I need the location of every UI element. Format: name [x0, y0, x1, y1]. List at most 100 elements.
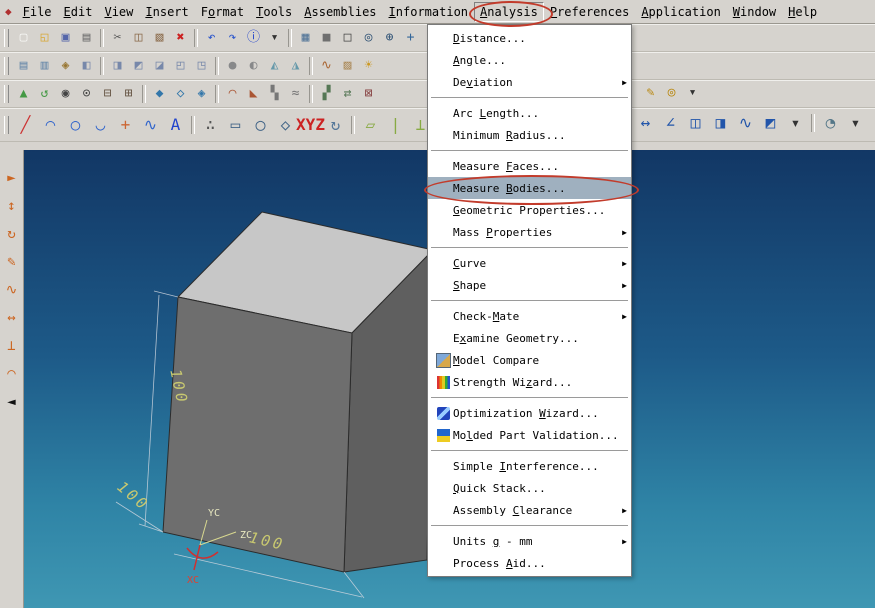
ellipse-icon[interactable]: ◯	[249, 113, 272, 136]
rotate-tool-icon[interactable]: ↻	[2, 224, 22, 244]
menu-window[interactable]: Window	[727, 2, 782, 22]
save-icon[interactable]: ▣	[56, 28, 75, 47]
view-top-icon[interactable]: ◧	[77, 56, 96, 75]
hidden-edge-mode-icon[interactable]: ◐	[244, 56, 263, 75]
profile-tool-icon[interactable]: ◠	[2, 364, 22, 384]
menu-item-molded-part-validation[interactable]: Molded Part Validation...	[428, 424, 631, 446]
section-view-icon[interactable]: ◮	[286, 56, 305, 75]
menu-assemblies[interactable]: Assemblies	[298, 2, 382, 22]
menu-item-measure-faces[interactable]: Measure Faces...	[428, 155, 631, 177]
point-set-icon[interactable]: ∴	[199, 113, 222, 136]
snap-grid-icon[interactable]: ▦	[296, 28, 315, 47]
facet-mode-icon[interactable]: ◭	[265, 56, 284, 75]
lighting-icon[interactable]: ☀	[359, 56, 378, 75]
menu-item-shape[interactable]: Shape ▶	[428, 274, 631, 296]
info-dropdown-icon[interactable]: ▾	[265, 28, 284, 47]
info-icon[interactable]: ⓘ	[244, 28, 263, 47]
redo-icon[interactable]: ↷	[223, 28, 242, 47]
menu-item-units-g-mm[interactable]: Units g - mm ▶	[428, 530, 631, 552]
undo-icon[interactable]: ↶	[202, 28, 221, 47]
menu-item-geometric-properties[interactable]: Geometric Properties...	[428, 199, 631, 221]
menu-item-measure-bodies[interactable]: Measure Bodies...	[428, 177, 631, 199]
menu-item-model-compare[interactable]: Model Compare	[428, 349, 631, 371]
menu-item-check-mate[interactable]: Check-Mate ▶	[428, 305, 631, 327]
layout-icon[interactable]: ▥	[35, 56, 54, 75]
copy-icon[interactable]: ◫	[129, 28, 148, 47]
datum-axis-icon[interactable]: |	[384, 113, 407, 136]
measure-body-icon[interactable]: ◫	[684, 111, 707, 134]
polygon-icon[interactable]: ◇	[274, 113, 297, 136]
view-left-icon[interactable]: ◳	[192, 56, 211, 75]
dimension-depth-label[interactable]: 100	[114, 478, 153, 515]
draft-analysis-icon[interactable]: ◔	[819, 111, 842, 134]
curve-tool-icon[interactable]: ∿	[2, 280, 22, 300]
shaded-display-icon[interactable]: ■	[317, 28, 336, 47]
trim-body-icon[interactable]: ⊠	[359, 84, 378, 103]
dimension-tool-icon[interactable]: ↔	[2, 308, 22, 328]
menu-item-minimum-radius[interactable]: Minimum Radius...	[428, 124, 631, 146]
face-analysis-icon[interactable]: ◩	[759, 111, 782, 134]
menu-insert[interactable]: Insert	[139, 2, 194, 22]
point-icon[interactable]: +	[114, 113, 137, 136]
hole-icon[interactable]: ◉	[56, 84, 75, 103]
new-file-icon[interactable]: ▢	[14, 28, 33, 47]
menu-item-angle[interactable]: Angle...	[428, 49, 631, 71]
menu-item-process-aid[interactable]: Process Aid...	[428, 552, 631, 574]
menu-analysis[interactable]: Analysis	[474, 1, 544, 22]
chamfer-icon[interactable]: ◣	[244, 84, 263, 103]
menu-item-optimization-wizard[interactable]: Optimization Wizard...	[428, 402, 631, 424]
toolbar-grip[interactable]	[4, 115, 9, 134]
menu-tools[interactable]: Tools	[250, 2, 298, 22]
arc-icon[interactable]: ◠	[39, 113, 62, 136]
measure-distance-icon[interactable]: ↔	[634, 111, 657, 134]
toolbar-grip[interactable]	[4, 28, 9, 47]
menu-item-curve[interactable]: Curve ▶	[428, 252, 631, 274]
axis-xc-label[interactable]: XC	[187, 575, 199, 586]
feature-dropdown-icon[interactable]: ▾	[683, 83, 702, 102]
axis-zc-label[interactable]: ZC	[240, 530, 252, 541]
pocket-icon[interactable]: ⊟	[98, 84, 117, 103]
datum-plane-icon[interactable]: ▱	[359, 113, 382, 136]
analysis-dropdown-icon[interactable]: ▾	[784, 111, 807, 134]
selection-filter-icon[interactable]: ►	[2, 168, 22, 188]
open-file-icon[interactable]: ◱	[35, 28, 54, 47]
intersect-icon[interactable]: ◈	[192, 84, 211, 103]
revolve-icon[interactable]: ↺	[35, 84, 54, 103]
cut-icon[interactable]: ✂	[108, 28, 127, 47]
point-constructor-icon[interactable]: XYZ	[296, 113, 325, 136]
material-icon[interactable]: ▨	[338, 56, 357, 75]
menu-view[interactable]: View	[98, 2, 139, 22]
menu-item-simple-interference[interactable]: Simple Interference...	[428, 455, 631, 477]
extrude-icon[interactable]: ▲	[14, 84, 33, 103]
text-curve-icon[interactable]: A	[164, 113, 187, 136]
shell-icon[interactable]: ▚	[265, 84, 284, 103]
edge-blend-icon[interactable]: ◠	[223, 84, 242, 103]
curve-display-icon[interactable]: ∿	[317, 56, 336, 75]
draft-dropdown-icon[interactable]: ▾	[844, 111, 867, 134]
spline-icon[interactable]: ∿	[139, 113, 162, 136]
thread-icon[interactable]: ≈	[286, 84, 305, 103]
delete-icon[interactable]: ✖	[171, 28, 190, 47]
zoom-icon[interactable]: ◎	[359, 28, 378, 47]
menu-edit[interactable]: Edit	[58, 2, 99, 22]
toolbar-grip[interactable]	[4, 84, 9, 103]
sketch-tool-icon[interactable]: ✎	[2, 252, 22, 272]
instance-array-icon[interactable]: ▞	[317, 84, 336, 103]
view-right-icon[interactable]: ◩	[129, 56, 148, 75]
helix-icon[interactable]: ↻	[324, 113, 347, 136]
view-front-icon[interactable]: ◨	[108, 56, 127, 75]
paste-icon[interactable]: ▧	[150, 28, 169, 47]
toolbar-grip[interactable]	[4, 56, 9, 75]
menu-item-strength-wizard[interactable]: Strength Wizard...	[428, 371, 631, 393]
wireframe-display-icon[interactable]: □	[338, 28, 357, 47]
curve-analysis-icon[interactable]: ∿	[734, 111, 757, 134]
menu-item-quick-stack[interactable]: Quick Stack...	[428, 477, 631, 499]
print-icon[interactable]: ▤	[77, 28, 96, 47]
measure-angle-icon[interactable]: ∠	[659, 111, 682, 134]
axis-yc-label[interactable]: YC	[208, 508, 220, 519]
pan-tool-icon[interactable]: ↕	[2, 196, 22, 216]
pad-icon[interactable]: ⊞	[119, 84, 138, 103]
hd3d-icon[interactable]: ◎	[662, 83, 681, 102]
menu-preferences[interactable]: Preferences	[544, 2, 635, 22]
shaded-mode-icon[interactable]: ●	[223, 56, 242, 75]
